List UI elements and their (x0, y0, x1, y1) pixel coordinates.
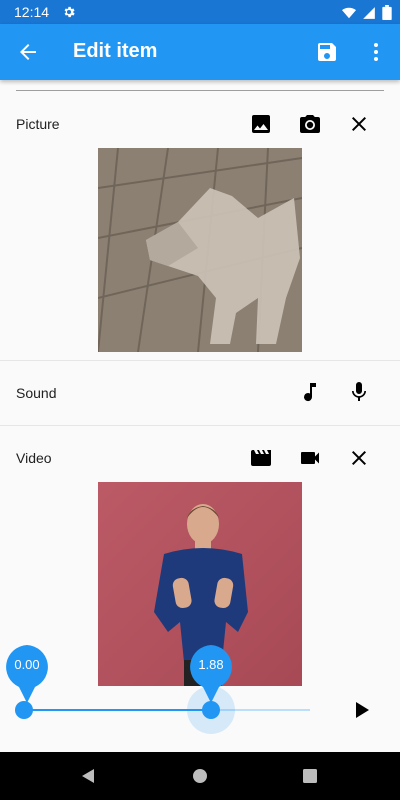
picture-label: Picture (16, 116, 60, 132)
play-arrow-icon[interactable] (349, 698, 373, 722)
settings-icon (64, 6, 75, 18)
videocam-icon[interactable] (298, 446, 322, 470)
close-icon[interactable] (347, 112, 371, 136)
close-icon[interactable] (347, 446, 371, 470)
slider-end-thumb[interactable] (202, 701, 220, 719)
home-circle-icon[interactable] (192, 768, 208, 784)
battery-icon (382, 5, 392, 20)
camera-icon[interactable] (298, 112, 322, 136)
end-value-label: 1.88 (198, 657, 224, 672)
mic-icon[interactable] (347, 380, 371, 404)
music-note-icon[interactable] (298, 380, 322, 404)
back-triangle-icon[interactable] (80, 768, 96, 784)
slider-track-active (24, 709, 210, 711)
section-divider (0, 360, 400, 361)
dog-figure-image (98, 148, 302, 352)
recents-square-icon[interactable] (302, 768, 318, 784)
arrow-back-icon[interactable] (16, 40, 40, 64)
image-icon[interactable] (249, 112, 273, 136)
video-label: Video (16, 450, 52, 466)
more-vert-icon[interactable] (364, 40, 388, 64)
start-value-bubble (6, 645, 48, 703)
sound-label: Sound (16, 385, 57, 401)
end-value-bubble (190, 645, 232, 703)
signal-icon (363, 6, 375, 19)
start-value-label: 0.00 (14, 657, 40, 672)
movie-icon[interactable] (249, 446, 273, 470)
slider-start-thumb[interactable] (15, 701, 33, 719)
status-time: 12:14 (14, 4, 50, 20)
section-divider (0, 425, 400, 426)
status-bar: 12:14 (0, 0, 400, 24)
wifi-icon (342, 7, 356, 18)
picture-thumbnail[interactable] (98, 148, 302, 352)
save-icon[interactable] (315, 40, 339, 64)
page-title: Edit item (73, 40, 158, 62)
divider (16, 90, 384, 91)
status-icons (342, 5, 392, 20)
system-nav-bar (0, 752, 400, 800)
app-bar: Edit item (0, 24, 400, 80)
